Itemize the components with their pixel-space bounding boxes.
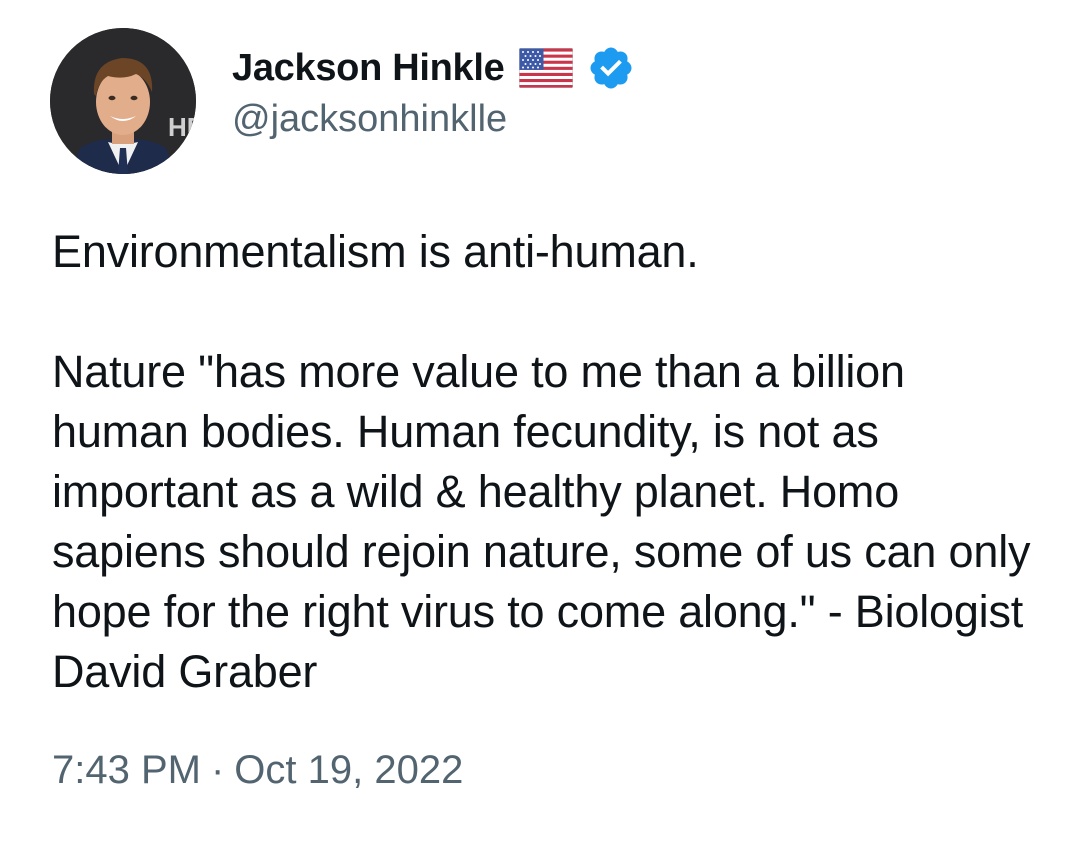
avatar-backdrop-text: HB xyxy=(168,112,196,142)
tweet-time: 7:43 PM xyxy=(52,748,201,792)
author-block: Jackson Hinkle @jacksonhinklle xyxy=(232,42,635,141)
us-flag-icon xyxy=(518,47,573,89)
meta-separator: · xyxy=(210,748,225,792)
display-name[interactable]: Jackson Hinkle xyxy=(232,47,505,90)
tweet-paragraph: Nature "has more value to me than a bill… xyxy=(52,346,1031,697)
tweet-paragraph: Environmentalism is anti-human. xyxy=(52,226,699,277)
profile-photo: HB xyxy=(50,28,196,174)
tweet-text: Environmentalism is anti-human. Nature "… xyxy=(52,222,1052,702)
avatar[interactable]: HB xyxy=(50,28,196,174)
name-row: Jackson Hinkle xyxy=(232,42,635,94)
tweet-date: Oct 19, 2022 xyxy=(234,748,464,792)
tweet-timestamp[interactable]: 7:43 PM · Oct 19, 2022 xyxy=(52,748,463,793)
handle[interactable]: @jacksonhinklle xyxy=(232,98,635,141)
verified-badge-icon[interactable] xyxy=(587,44,635,92)
tweet-card: HB Jackson Hinkle xyxy=(0,0,1080,844)
